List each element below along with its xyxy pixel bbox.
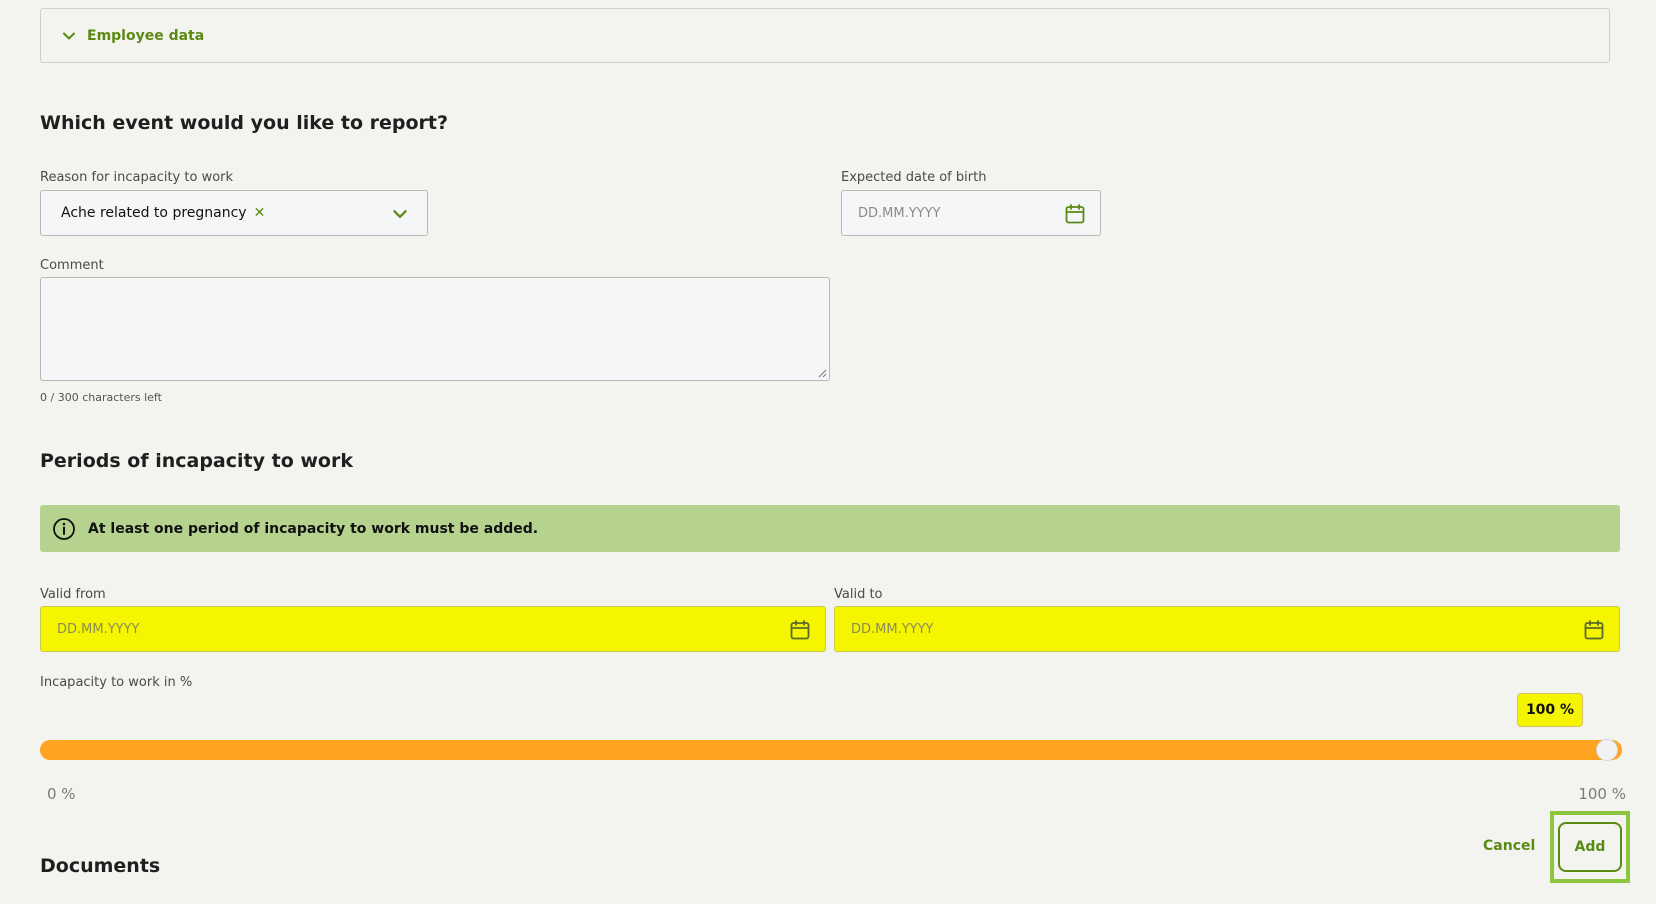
reason-selected-value: Ache related to pregnancy (61, 205, 247, 221)
add-button-focus-ring: Add (1550, 811, 1630, 883)
valid-from-placeholder: DD.MM.YYYY (57, 621, 140, 637)
periods-section-title: Periods of incapacity to work (40, 450, 353, 472)
reason-select[interactable]: Ache related to pregnancy ✕ (40, 190, 428, 236)
info-icon (52, 517, 76, 541)
chevron-down-icon (61, 28, 77, 44)
event-section-title: Which event would you like to report? (40, 112, 449, 134)
valid-to-placeholder: DD.MM.YYYY (851, 621, 934, 637)
clear-selection-icon[interactable]: ✕ (254, 205, 266, 221)
valid-to-input[interactable]: DD.MM.YYYY (834, 606, 1620, 652)
slider-value-badge: 100 % (1517, 693, 1583, 727)
valid-to-label: Valid to (834, 587, 883, 602)
calendar-icon[interactable] (789, 619, 811, 641)
slider-label: Incapacity to work in % (40, 675, 193, 690)
birth-date-input[interactable]: DD.MM.YYYY (841, 190, 1101, 236)
comment-textarea[interactable] (40, 277, 830, 381)
comment-counter: 0 / 300 characters left (40, 391, 162, 404)
comment-label: Comment (40, 258, 104, 273)
resize-handle-icon[interactable] (817, 368, 827, 378)
slider-max-label: 100 % (1578, 785, 1626, 803)
info-notice: At least one period of incapacity to wor… (40, 505, 1620, 552)
reason-label: Reason for incapacity to work (40, 170, 234, 185)
birth-date-label: Expected date of birth (841, 170, 987, 185)
chevron-down-icon[interactable] (391, 205, 409, 223)
calendar-icon[interactable] (1064, 203, 1086, 225)
calendar-icon[interactable] (1583, 619, 1605, 641)
birth-date-placeholder: DD.MM.YYYY (858, 205, 941, 221)
incapacity-slider-thumb[interactable] (1596, 739, 1618, 761)
employee-data-accordion[interactable]: Employee data (40, 8, 1610, 63)
valid-from-label: Valid from (40, 587, 106, 602)
notice-text: At least one period of incapacity to wor… (88, 520, 539, 537)
valid-from-input[interactable]: DD.MM.YYYY (40, 606, 826, 652)
cancel-button[interactable]: Cancel (1483, 838, 1535, 854)
add-button[interactable]: Add (1558, 822, 1622, 872)
documents-section-title: Documents (40, 855, 161, 877)
slider-min-label: 0 % (47, 785, 76, 803)
accordion-label: Employee data (87, 27, 205, 44)
incapacity-slider-track[interactable] (40, 740, 1622, 760)
